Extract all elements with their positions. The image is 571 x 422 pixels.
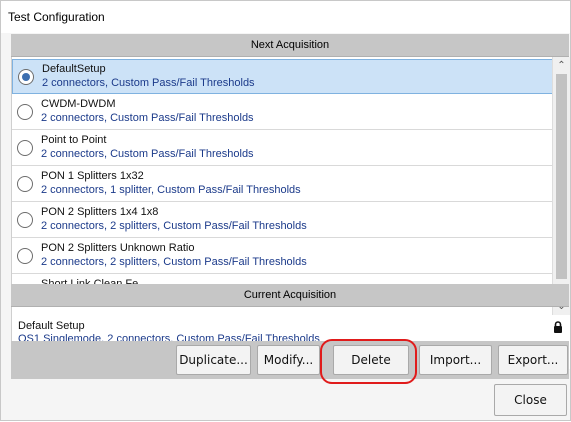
window-title: Test Configuration	[1, 1, 570, 33]
item-name: PON 2 Splitters Unknown Ratio	[41, 242, 195, 254]
action-toolbar: Duplicate... Modify... Delete Import... …	[11, 341, 569, 379]
item-name: CWDM-DWDM	[41, 98, 116, 110]
item-name: PON 1 Splitters 1x32	[41, 170, 144, 182]
item-name: DefaultSetup	[42, 63, 106, 75]
radio-button[interactable]	[17, 140, 33, 156]
list-item[interactable]: PON 1 Splitters 1x32 2 connectors, 1 spl…	[12, 167, 553, 202]
next-acquisition-header: Next Acquisition	[11, 34, 569, 57]
list-item[interactable]: Point to Point 2 connectors, Custom Pass…	[12, 131, 553, 166]
item-details: 2 connectors, 2 splitters, Custom Pass/F…	[41, 220, 307, 232]
item-name: PON 2 Splitters 1x4 1x8	[41, 206, 159, 218]
list-item[interactable]: DefaultSetup 2 connectors, Custom Pass/F…	[12, 59, 553, 94]
current-acquisition-header: Current Acquisition	[11, 284, 569, 307]
list-item[interactable]: CWDM-DWDM 2 connectors, Custom Pass/Fail…	[12, 95, 553, 130]
scrollbar-thumb[interactable]	[556, 74, 567, 279]
list-item[interactable]: PON 2 Splitters 1x4 1x8 2 connectors, 2 …	[12, 203, 553, 238]
item-details: 2 connectors, 1 splitter, Custom Pass/Fa…	[41, 184, 301, 196]
export-button[interactable]: Export...	[498, 345, 568, 375]
radio-button[interactable]	[17, 248, 33, 264]
setup-list[interactable]: DefaultSetup 2 connectors, Custom Pass/F…	[11, 57, 570, 315]
lock-icon	[554, 321, 562, 333]
radio-selected-dot	[22, 73, 30, 81]
radio-button[interactable]	[17, 104, 33, 120]
duplicate-button[interactable]: Duplicate...	[176, 345, 251, 375]
modify-button[interactable]: Modify...	[257, 345, 320, 375]
current-setup-name: Default Setup	[18, 320, 85, 332]
close-button[interactable]: Close	[494, 384, 567, 416]
dialog-frame: Test Configuration Next Acquisition Defa…	[0, 0, 571, 421]
item-details: 2 connectors, Custom Pass/Fail Threshold…	[42, 77, 255, 89]
chevron-up-icon[interactable]: ⌃	[553, 57, 570, 74]
item-details: 2 connectors, Custom Pass/Fail Threshold…	[41, 112, 254, 124]
radio-button[interactable]	[17, 212, 33, 228]
list-item[interactable]: PON 2 Splitters Unknown Ratio 2 connecto…	[12, 239, 553, 274]
item-name: Point to Point	[41, 134, 107, 146]
item-details: 2 connectors, 2 splitters, Custom Pass/F…	[41, 256, 307, 268]
configuration-panel: Next Acquisition DefaultSetup 2 connecto…	[9, 34, 570, 422]
radio-button[interactable]	[18, 69, 34, 85]
vertical-scrollbar[interactable]: ⌃ ⌄	[552, 57, 570, 315]
radio-button[interactable]	[17, 176, 33, 192]
annotation-highlight	[320, 339, 417, 384]
import-button[interactable]: Import...	[419, 345, 492, 375]
item-details: 2 connectors, Custom Pass/Fail Threshold…	[41, 148, 254, 160]
